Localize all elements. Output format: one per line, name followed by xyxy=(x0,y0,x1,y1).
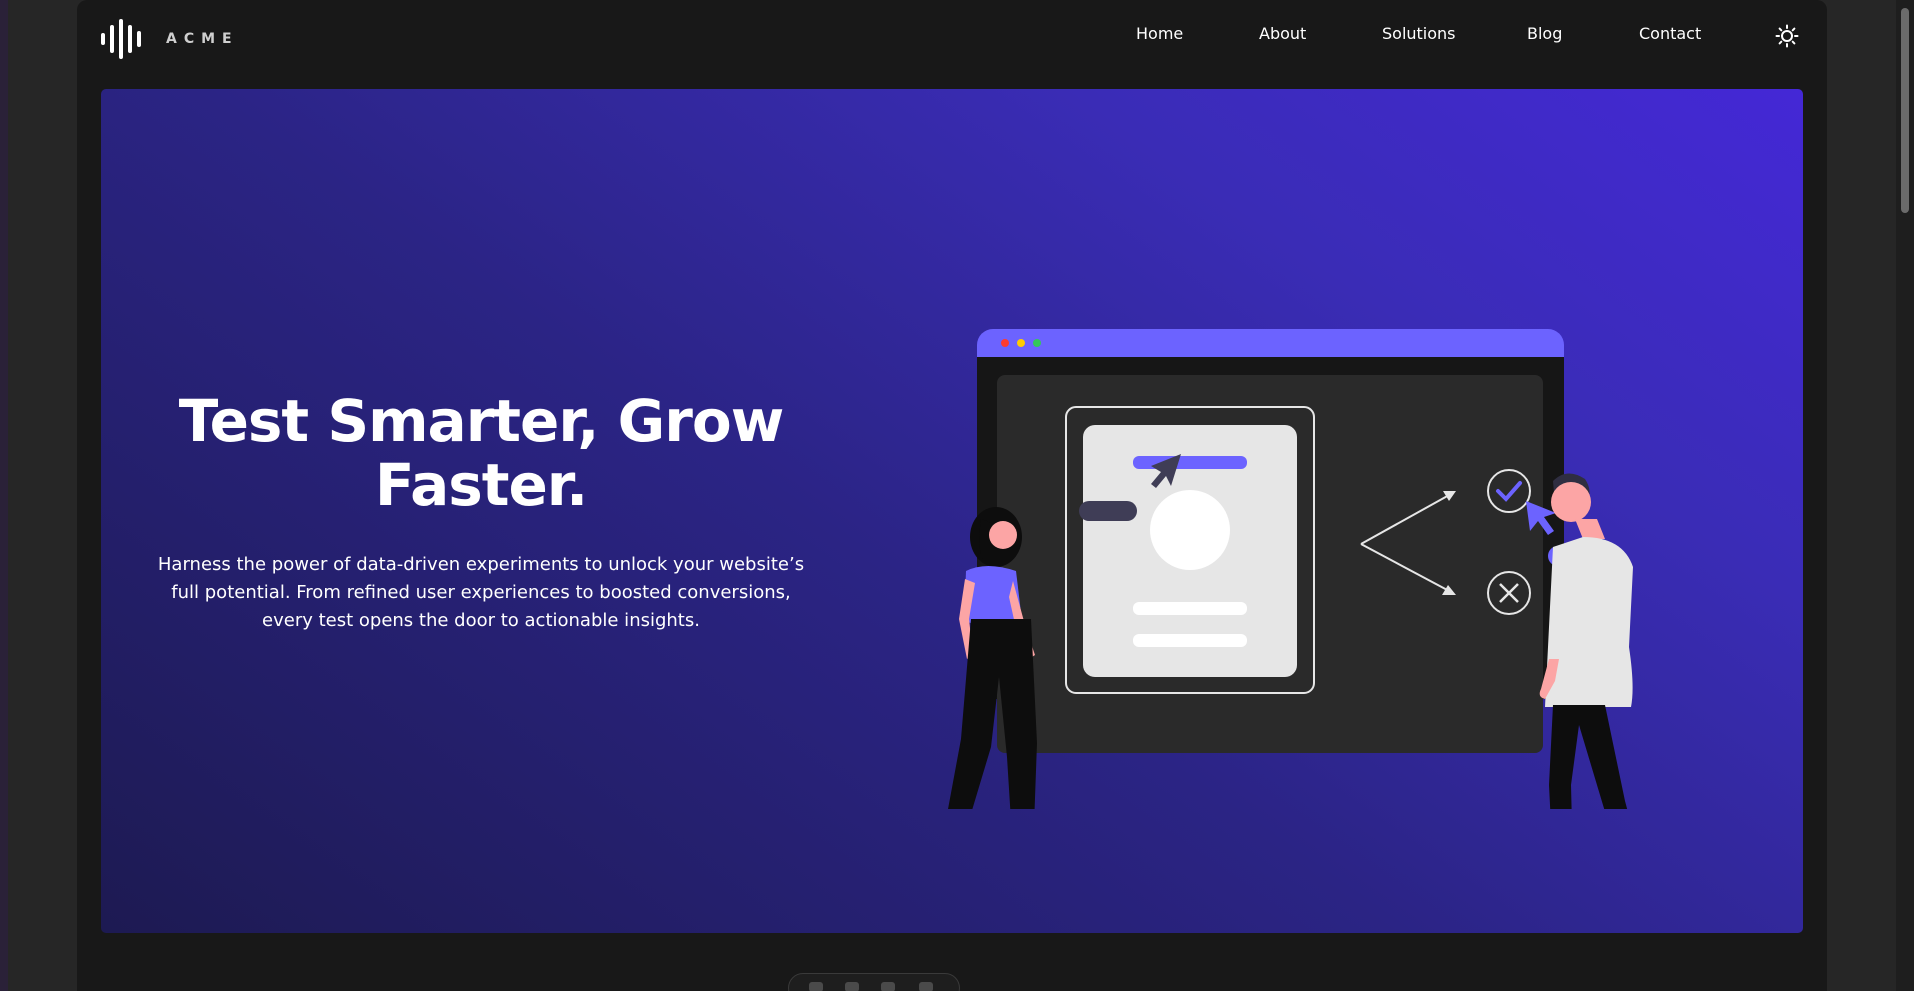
variant-card-graphic xyxy=(1065,406,1315,694)
nav-blog-link[interactable]: Blog xyxy=(1527,24,1562,43)
ab-testing-illustration xyxy=(948,329,1633,809)
floating-toolbar[interactable] xyxy=(788,973,960,991)
hero-title: Test Smarter, Grow Faster. xyxy=(178,387,785,519)
page-container: ACME Home About Solutions Blog Contact T… xyxy=(77,0,1827,991)
hero-text-block: Test Smarter, Grow Faster. Harness the p… xyxy=(141,389,821,635)
toolbar-icon[interactable] xyxy=(809,982,823,991)
brand-name: ACME xyxy=(166,31,239,47)
nav-about-link[interactable]: About xyxy=(1259,24,1306,43)
sound-wave-logo-icon xyxy=(101,19,141,59)
settings-icon[interactable] xyxy=(919,982,933,991)
nav-home-link[interactable]: Home xyxy=(1136,24,1183,43)
toolbar-icon[interactable] xyxy=(881,982,895,991)
nav-contact-link[interactable]: Contact xyxy=(1639,24,1701,43)
sun-icon[interactable] xyxy=(1775,24,1799,48)
toolbar-icon[interactable] xyxy=(845,982,859,991)
vertical-scrollbar[interactable] xyxy=(1896,0,1914,991)
nav-solutions-link[interactable]: Solutions xyxy=(1382,24,1456,43)
scrollbar-thumb[interactable] xyxy=(1901,8,1909,213)
navbar: ACME Home About Solutions Blog Contact xyxy=(77,0,1827,72)
window-edge xyxy=(0,0,8,991)
brand-logo[interactable]: ACME xyxy=(100,19,239,59)
hero-description: Harness the power of data-driven experim… xyxy=(157,554,805,631)
hero-section: Test Smarter, Grow Faster. Harness the p… xyxy=(101,89,1803,933)
